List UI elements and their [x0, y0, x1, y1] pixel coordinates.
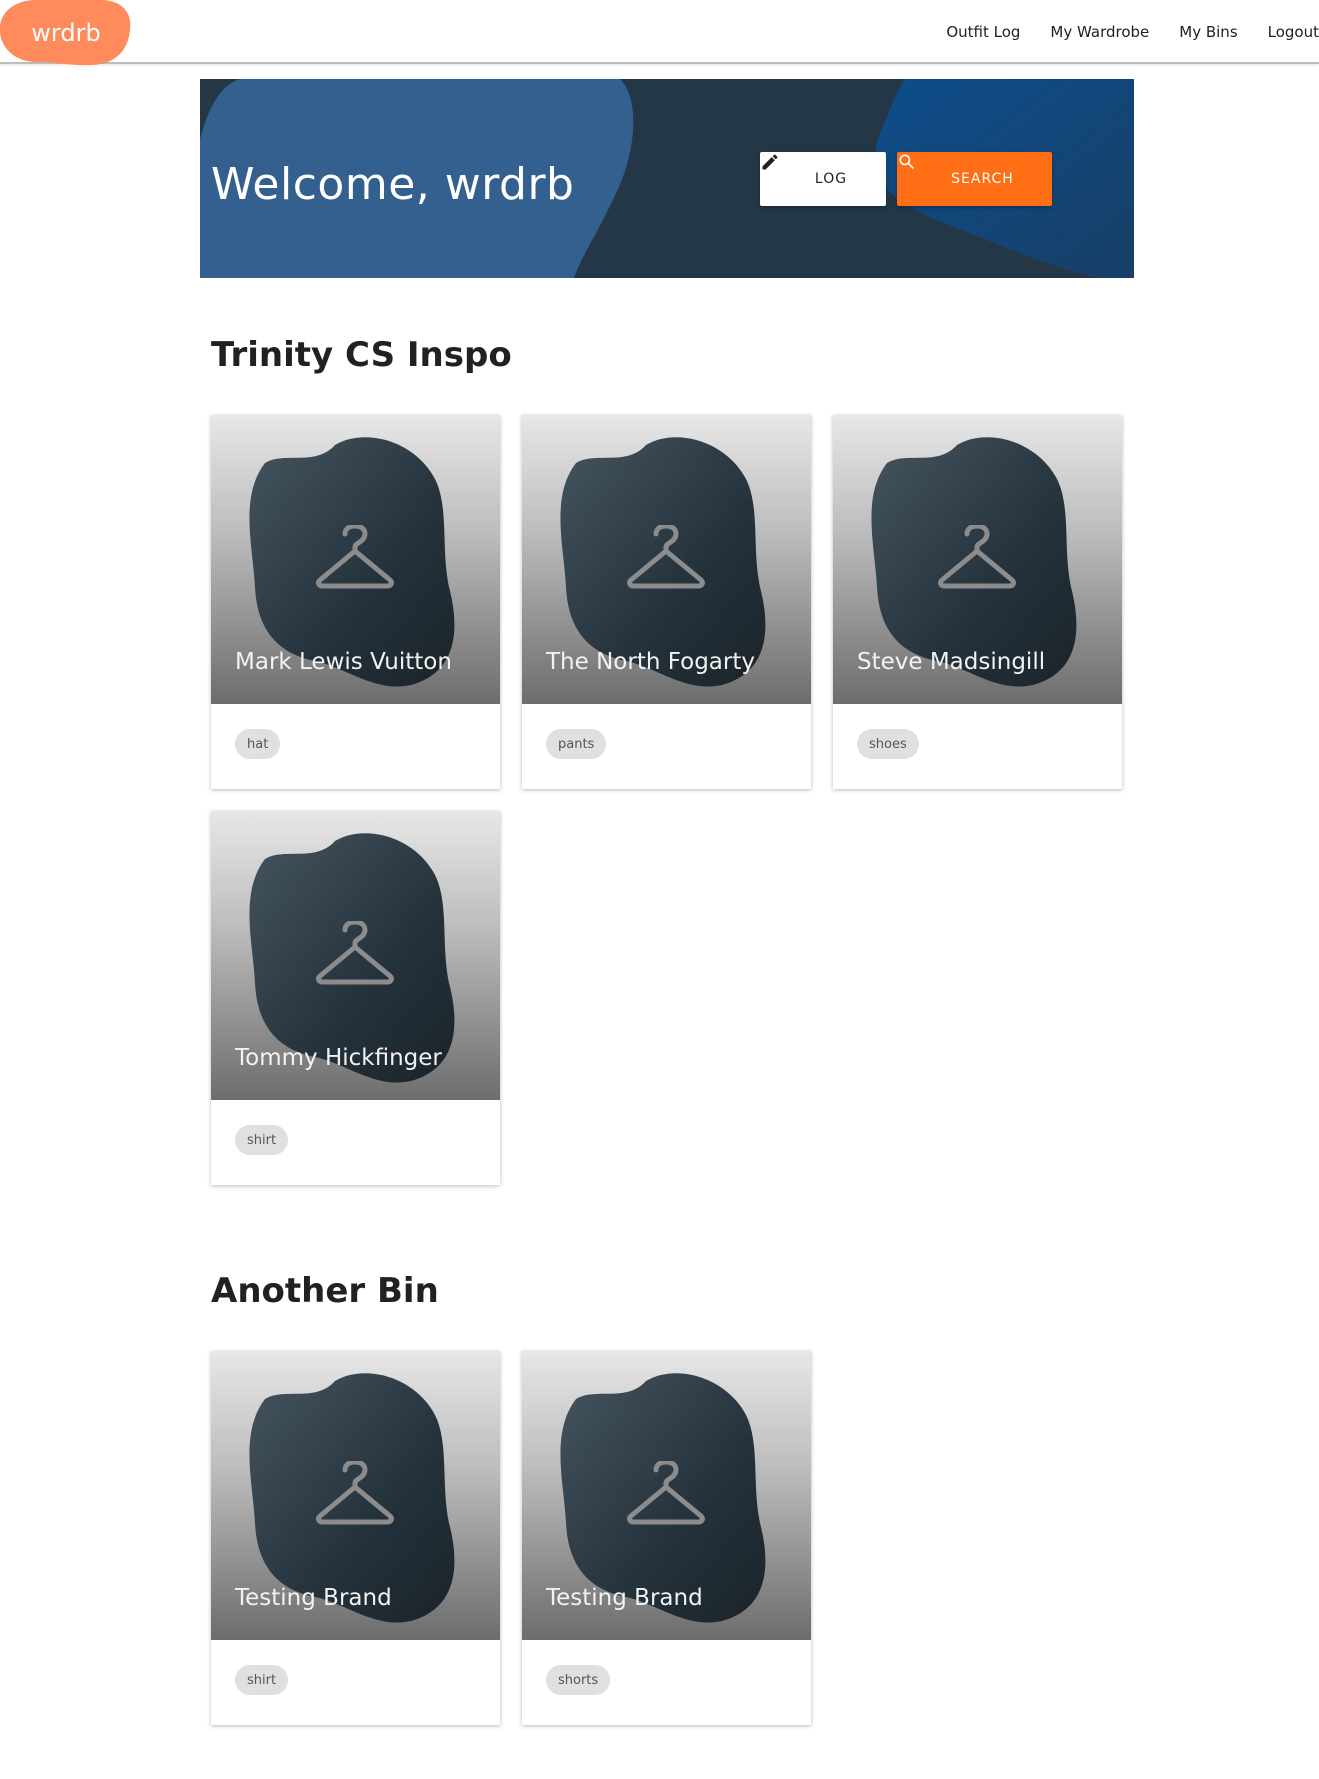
hanger-icon: [316, 921, 394, 985]
tag-chip[interactable]: shirt: [235, 1665, 289, 1695]
nav-outfit-log[interactable]: Outfit Log: [946, 23, 1020, 41]
clothing-card[interactable]: The North Fogarty pants: [522, 415, 811, 789]
card-item-name: Testing Brand: [546, 1585, 703, 1611]
card-item-name: Steve Madsingill: [857, 649, 1046, 675]
hanger-icon: [627, 525, 705, 589]
card-item-name: Tommy Hickfinger: [235, 1045, 442, 1071]
clothing-card[interactable]: Testing Brand shorts: [522, 1351, 811, 1725]
log-button[interactable]: LOG: [760, 152, 886, 206]
card-image: Steve Madsingill: [833, 415, 1122, 704]
hanger-icon: [316, 525, 394, 589]
clothing-card[interactable]: Testing Brand shirt: [211, 1351, 500, 1725]
welcome-banner: Welcome, wrdrb LOG SEARCH: [200, 79, 1134, 278]
nav-my-wardrobe[interactable]: My Wardrobe: [1050, 23, 1149, 41]
nav-logout[interactable]: Logout: [1268, 23, 1319, 41]
hanger-icon: [627, 1461, 705, 1525]
card-item-name: Testing Brand: [235, 1585, 392, 1611]
bin-title: Trinity CS Inspo: [211, 335, 512, 375]
tag-chip[interactable]: shoes: [857, 729, 919, 759]
hanger-icon: [938, 525, 1016, 589]
welcome-heading: Welcome, wrdrb: [211, 159, 575, 210]
bin-title: Another Bin: [211, 1271, 439, 1311]
search-button-label: SEARCH: [951, 171, 1014, 187]
top-navigation: wrdrb Outfit Log My Wardrobe My Bins Log…: [0, 0, 1319, 66]
hanger-icon: [316, 1461, 394, 1525]
clothing-card[interactable]: Steve Madsingill shoes: [833, 415, 1122, 789]
card-image: The North Fogarty: [522, 415, 811, 704]
card-image: Testing Brand: [522, 1351, 811, 1640]
search-button[interactable]: SEARCH: [897, 152, 1052, 206]
card-image: Testing Brand: [211, 1351, 500, 1640]
nav-my-bins[interactable]: My Bins: [1179, 23, 1237, 41]
card-item-name: The North Fogarty: [546, 649, 755, 675]
log-button-label: LOG: [814, 171, 848, 187]
clothing-card[interactable]: Mark Lewis Vuitton hat: [211, 415, 500, 789]
logo-text: wrdrb: [31, 19, 101, 47]
tag-chip[interactable]: shorts: [546, 1665, 611, 1695]
main-nav: Outfit Log My Wardrobe My Bins Logout: [946, 0, 1319, 64]
card-image: Mark Lewis Vuitton: [211, 415, 500, 704]
clothing-card[interactable]: Tommy Hickfinger shirt: [211, 811, 500, 1185]
tag-chip[interactable]: hat: [235, 729, 281, 759]
tag-chip[interactable]: shirt: [235, 1125, 289, 1155]
card-item-name: Mark Lewis Vuitton: [235, 649, 452, 675]
tag-chip[interactable]: pants: [546, 729, 607, 759]
card-image: Tommy Hickfinger: [211, 811, 500, 1100]
logo[interactable]: wrdrb: [0, 0, 131, 66]
